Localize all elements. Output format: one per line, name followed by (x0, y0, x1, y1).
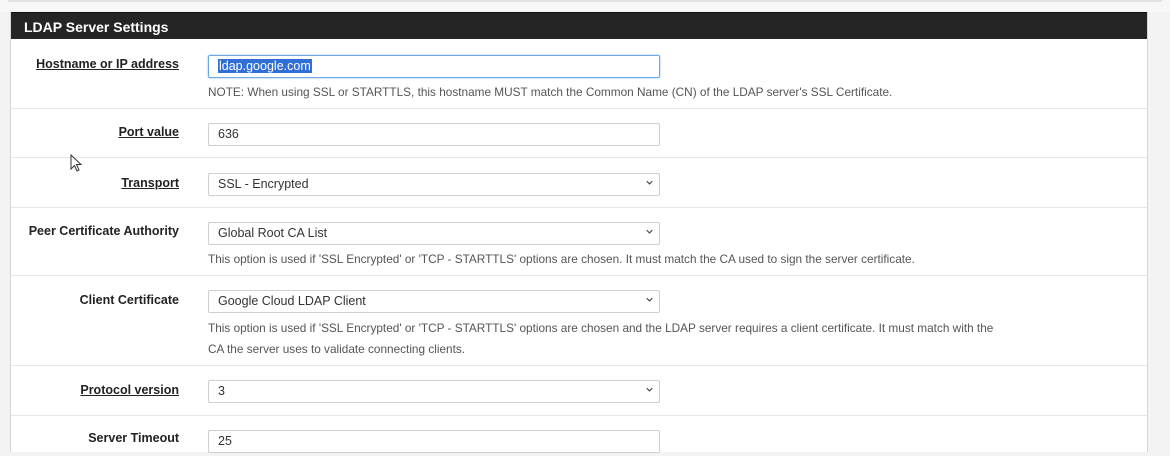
transport-select[interactable]: SSL - Encrypted (208, 173, 660, 196)
client-cert-help-line2: CA the server uses to validate connectin… (208, 342, 466, 356)
chevron-down-icon (646, 387, 653, 392)
hostname-label[interactable]: Hostname or IP address (36, 57, 179, 71)
timeout-row: Server Timeout 25 (11, 416, 1147, 456)
chevron-down-icon (646, 229, 653, 234)
chevron-down-icon (646, 180, 653, 185)
protocol-value: 3 (218, 384, 225, 398)
hostname-row: Hostname or IP address ldap.google.com N… (11, 40, 1147, 109)
peer-ca-select[interactable]: Global Root CA List (208, 222, 660, 245)
top-strip (0, 0, 1170, 12)
ldap-settings-panel: LDAP Server Settings Hostname or IP addr… (10, 12, 1148, 453)
transport-row: Transport SSL - Encrypted (11, 158, 1147, 208)
mouse-pointer-icon (70, 154, 83, 172)
port-label[interactable]: Port value (119, 125, 179, 139)
protocol-label[interactable]: Protocol version (80, 383, 179, 397)
timeout-input[interactable]: 25 (208, 430, 660, 453)
timeout-label: Server Timeout (88, 431, 179, 445)
chevron-down-icon (646, 297, 653, 302)
peer-ca-value: Global Root CA List (218, 226, 328, 240)
port-row: Port value 636 (11, 109, 1147, 158)
peer-ca-label: Peer Certificate Authority (28, 224, 179, 238)
transport-value: SSL - Encrypted (218, 177, 309, 191)
peer-ca-help: This option is used if 'SSL Encrypted' o… (208, 252, 915, 266)
client-cert-label: Client Certificate (79, 293, 179, 307)
hostname-value: ldap.google.com (218, 59, 312, 73)
peer-ca-row: Peer Certificate Authority Global Root C… (11, 208, 1147, 276)
port-input[interactable]: 636 (208, 123, 660, 146)
client-cert-value: Google Cloud LDAP Client (218, 294, 366, 308)
hostname-input[interactable]: ldap.google.com (208, 55, 660, 78)
hostname-note: NOTE: When using SSL or STARTTLS, this h… (208, 85, 893, 99)
client-cert-row: Client Certificate Google Cloud LDAP Cli… (11, 276, 1147, 366)
panel-title: LDAP Server Settings (11, 12, 1147, 39)
client-cert-help-line1: This option is used if 'SSL Encrypted' o… (208, 321, 994, 335)
client-cert-select[interactable]: Google Cloud LDAP Client (208, 290, 660, 313)
protocol-row: Protocol version 3 (11, 366, 1147, 416)
protocol-select[interactable]: 3 (208, 380, 660, 403)
transport-label[interactable]: Transport (121, 176, 179, 190)
